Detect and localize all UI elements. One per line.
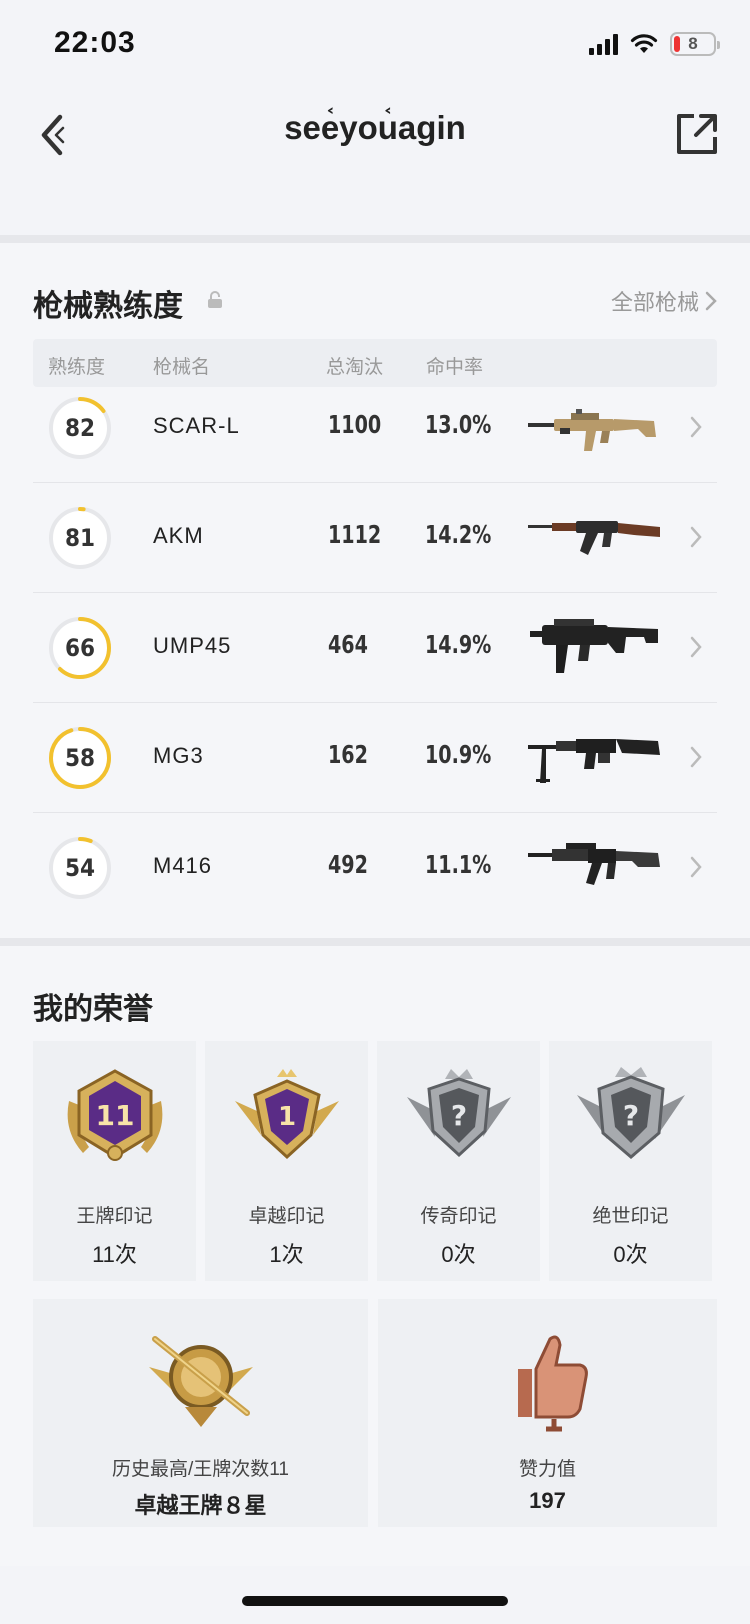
weapon-name: SCAR-L (153, 413, 240, 438)
lock-icon[interactable] (206, 291, 224, 309)
ace-badge-number: 11 (96, 1099, 135, 1132)
battery-icon: 8 (670, 32, 720, 56)
weapon-row[interactable]: 54 M416 492 11.1% (33, 813, 717, 923)
weapon-name: AKM (153, 523, 204, 548)
weapon-row[interactable]: 66 UMP45 464 14.9% (33, 593, 717, 703)
honor-label: 王牌印记 (76, 1206, 153, 1227)
honor-card-legend[interactable]: ? 传奇印记 0次 (377, 1041, 540, 1281)
weapon-name: UMP45 (153, 633, 232, 658)
honor-count: 11次 (92, 1242, 137, 1267)
likes-value: 197 (529, 1488, 566, 1513)
history-best-value: 卓越王牌８星 (134, 1493, 267, 1518)
weapon-kills: 1112 (328, 520, 382, 549)
home-indicator[interactable] (242, 1596, 508, 1606)
honor-label: 传奇印记 (420, 1206, 497, 1227)
weapon-proficiency-section: 枪械熟练度 全部枪械 熟练度 枪械名 总淘汰 命中率 82 SCAR-L 110… (0, 243, 750, 938)
chevron-right-icon (705, 291, 717, 311)
all-weapons-label: 全部枪械 (610, 290, 699, 315)
honor-card-excellence[interactable]: 1 卓越印记 1次 (205, 1041, 368, 1281)
ump45-smg-icon (530, 619, 658, 673)
weapon-section-header: 枪械熟练度 全部枪械 (33, 281, 717, 323)
weapon-kills: 464 (328, 630, 368, 659)
share-icon[interactable] (674, 111, 720, 157)
history-best-card[interactable]: 历史最高/王牌次数11 卓越王牌８星 (33, 1299, 368, 1527)
weapon-kills: 492 (328, 850, 368, 879)
status-time: 22:03 (54, 26, 136, 59)
weapon-accuracy: 11.1% (425, 850, 492, 879)
legend-badge-locked-icon: ? (407, 1069, 511, 1158)
weapon-row[interactable]: 81 AKM 1112 14.2% (33, 483, 717, 593)
weapon-accuracy: 10.9% (425, 740, 492, 769)
chevron-right-icon (690, 416, 702, 438)
chevron-right-icon (690, 746, 702, 768)
weapon-kills: 162 (328, 740, 368, 769)
chevron-right-icon (690, 856, 702, 878)
weapon-row[interactable]: 58 MG3 162 10.9% (33, 703, 717, 813)
page-title: see᷾you᷾agin (284, 109, 466, 146)
chevron-right-icon (690, 636, 702, 658)
honor-label: 卓越印记 (248, 1206, 325, 1227)
honor-count: 0次 (613, 1242, 648, 1267)
honor-section: 我的荣誉 11 王牌印记 11次 1 卓越印记 1次 ? 传奇印记 0次 ? 绝… (0, 946, 750, 1566)
nav-bar: see᷾you᷾agin (0, 95, 750, 175)
weapon-row[interactable]: 82 SCAR-L 1100 13.0% (33, 373, 717, 483)
rank-emblem-icon (148, 1336, 253, 1427)
chevron-right-icon (690, 526, 702, 548)
section-divider (0, 235, 750, 243)
honor-label: 绝世印记 (592, 1206, 669, 1227)
all-weapons-link[interactable]: 全部枪械 (611, 285, 717, 317)
proficiency-value: 54 (64, 854, 96, 882)
history-best-label: 历史最高/王牌次数11 (111, 1459, 289, 1480)
unmatched-badge-locked-icon: ? (577, 1067, 685, 1159)
signal-icon (589, 33, 618, 55)
m416-rifle-icon (528, 843, 660, 885)
likes-label: 赞力值 (518, 1459, 576, 1480)
weapon-accuracy: 13.0% (425, 410, 492, 439)
weapon-section-title: 枪械熟练度 (33, 290, 183, 323)
status-bar: 22:03 8 (0, 0, 750, 90)
weapon-name: M416 (153, 853, 213, 878)
weapon-kills: 1100 (328, 410, 382, 439)
proficiency-value: 81 (64, 524, 96, 552)
honor-card-unmatched[interactable]: ? 绝世印记 0次 (549, 1041, 712, 1281)
honor-section-title: 我的荣誉 (33, 993, 153, 1026)
excellence-badge-number: 1 (278, 1102, 296, 1132)
section-divider (0, 938, 750, 946)
weapon-accuracy: 14.9% (425, 630, 492, 659)
weapon-accuracy: 14.2% (425, 520, 492, 549)
status-icons: 8 (589, 32, 720, 56)
mg3-machinegun-icon (528, 739, 660, 783)
battery-level: 8 (688, 34, 698, 53)
likes-card[interactable]: 赞力值 197 (378, 1299, 717, 1527)
legend-badge-mark: ? (451, 1099, 467, 1132)
akm-rifle-icon (528, 521, 660, 555)
honor-count: 1次 (269, 1242, 304, 1267)
proficiency-value: 82 (64, 414, 96, 442)
scar-l-rifle-icon (528, 409, 656, 451)
ace-badge-icon: 11 (67, 1069, 163, 1161)
weapon-name: MG3 (153, 743, 204, 768)
proficiency-value: 58 (64, 744, 96, 772)
proficiency-value: 66 (64, 634, 96, 662)
honor-card-ace[interactable]: 11 王牌印记 11次 (33, 1041, 196, 1281)
thumbs-up-icon (517, 1335, 588, 1432)
excellence-badge-icon: 1 (235, 1069, 339, 1160)
honor-count: 0次 (441, 1242, 476, 1267)
wifi-icon (630, 34, 658, 53)
unmatched-badge-mark: ? (623, 1099, 639, 1132)
